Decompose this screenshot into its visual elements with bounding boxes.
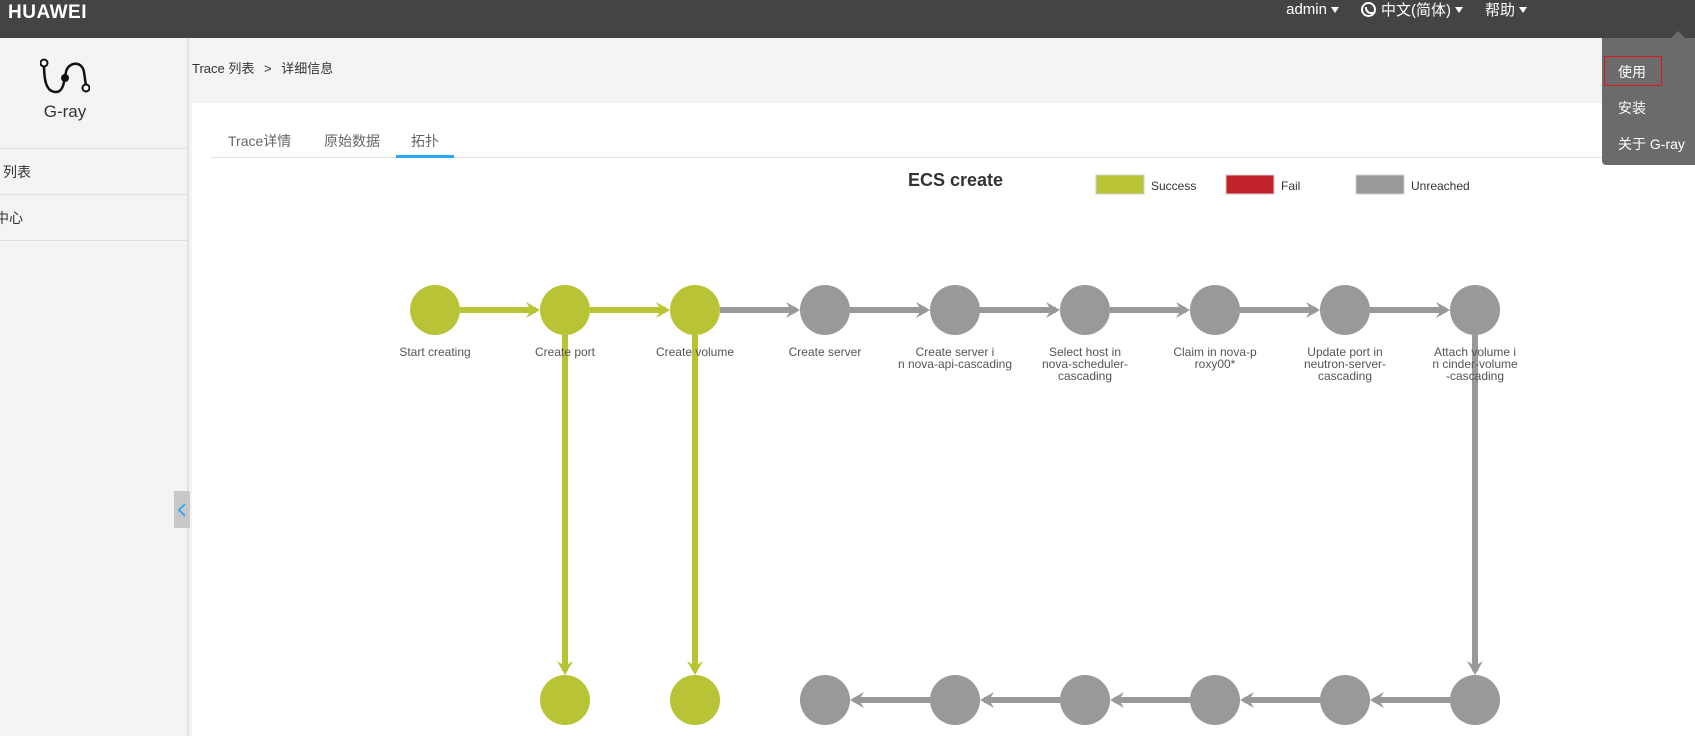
breadcrumb-separator: > [264,61,272,76]
legend-label-fail: Fail [1281,179,1300,193]
node-b8[interactable] [1320,675,1370,725]
tab-raw-data[interactable]: 原始数据 [324,131,380,151]
node-circle[interactable] [540,675,590,725]
globe-icon [1360,1,1376,17]
node-label: cascading [1318,369,1372,383]
node-label: cascading [1058,369,1112,383]
node-circle[interactable] [670,285,720,335]
help-menu-item-usage[interactable]: 使用 [1618,62,1646,82]
breadcrumb-current: 详细信息 [281,61,334,76]
sidebar: G-ray 列表 中心 [0,38,189,736]
help-menu[interactable]: 帮助 [1485,0,1527,20]
user-menu[interactable]: admin [1286,1,1339,18]
node-circle[interactable] [930,285,980,335]
node-circle[interactable] [1320,285,1370,335]
legend-swatch-success[interactable] [1095,174,1145,195]
legend-swatch-fail[interactable] [1225,174,1275,195]
node-b2[interactable] [540,675,590,725]
node-circle[interactable] [410,285,460,335]
node-circle[interactable] [1190,285,1240,335]
node-b5[interactable] [930,675,980,725]
breadcrumb: Trace 列表 > 详细信息 [192,58,339,77]
active-tab-indicator [396,155,454,158]
node-b7[interactable] [1190,675,1240,725]
node-circle[interactable] [1450,285,1500,335]
sidebar-item-list[interactable]: 列表 [0,148,189,194]
user-menu-label: admin [1286,0,1327,18]
help-menu-label: 帮助 [1484,1,1515,19]
node-circle[interactable] [800,285,850,335]
diagram-title: ECS create [908,170,1003,190]
node-b9[interactable] [1450,675,1500,725]
node-circle[interactable] [930,675,980,725]
help-menu-item-install[interactable]: 安装 [1618,98,1646,118]
node-b3[interactable] [670,675,720,725]
sidebar-item-center[interactable]: 中心 [0,194,189,241]
brand-logo: HUAWEI [8,2,87,23]
tab-bar: Trace详情 原始数据 拓扑 [210,123,1640,158]
node-label: -cascading [1446,369,1504,383]
main-panel: Trace详情 原始数据 拓扑 [192,103,1695,736]
node-circle[interactable] [670,675,720,725]
language-menu[interactable]: 中文(简体) [1360,0,1463,20]
node-circle[interactable] [800,675,850,725]
node-circle[interactable] [1060,285,1110,335]
legend-swatch-unreached[interactable] [1355,174,1405,195]
top-nav: admin 中文(简体) 帮助 [1286,0,1695,20]
language-menu-label: 中文(简体) [1380,1,1451,19]
node-circle[interactable] [1320,675,1370,725]
node-label: Start creating [399,345,470,359]
node-label: Create server [789,345,862,359]
legend-label-unreached: Unreached [1411,179,1470,193]
node-circle[interactable] [1190,675,1240,725]
node-b6[interactable] [1060,675,1110,725]
node-b4[interactable] [800,675,850,725]
top-bar: HUAWEI admin 中文(简体) 帮助 [0,0,1695,38]
breadcrumb-parent[interactable]: Trace 列表 [192,61,254,76]
caret-down-icon [1519,7,1527,13]
sidebar-item-label: 列表 [3,164,31,180]
g-ray-logo-icon [40,58,90,94]
sidebar-item-label: 中心 [0,210,23,226]
help-menu-item-about[interactable]: 关于 G-ray [1618,134,1685,154]
tab-topology[interactable]: 拓扑 [411,131,439,151]
legend-label-success: Success [1151,179,1196,193]
sidebar-collapse-button[interactable] [174,491,190,528]
node-label: roxy00* [1195,357,1236,371]
caret-down-icon [1454,7,1463,13]
chevron-left-icon [178,502,186,517]
node-label: Create volume [656,345,734,359]
app-name: G-ray [43,102,87,121]
node-label: Create port [535,345,596,359]
node-circle[interactable] [1450,675,1500,725]
tab-trace-details[interactable]: Trace详情 [228,131,291,151]
caret-down-icon [1330,7,1339,13]
node-circle[interactable] [540,285,590,335]
node-circle[interactable] [1060,675,1110,725]
help-dropdown: 使用 安装 关于 G-ray [1602,31,1695,165]
node-label: n nova-api-cascading [898,357,1012,371]
